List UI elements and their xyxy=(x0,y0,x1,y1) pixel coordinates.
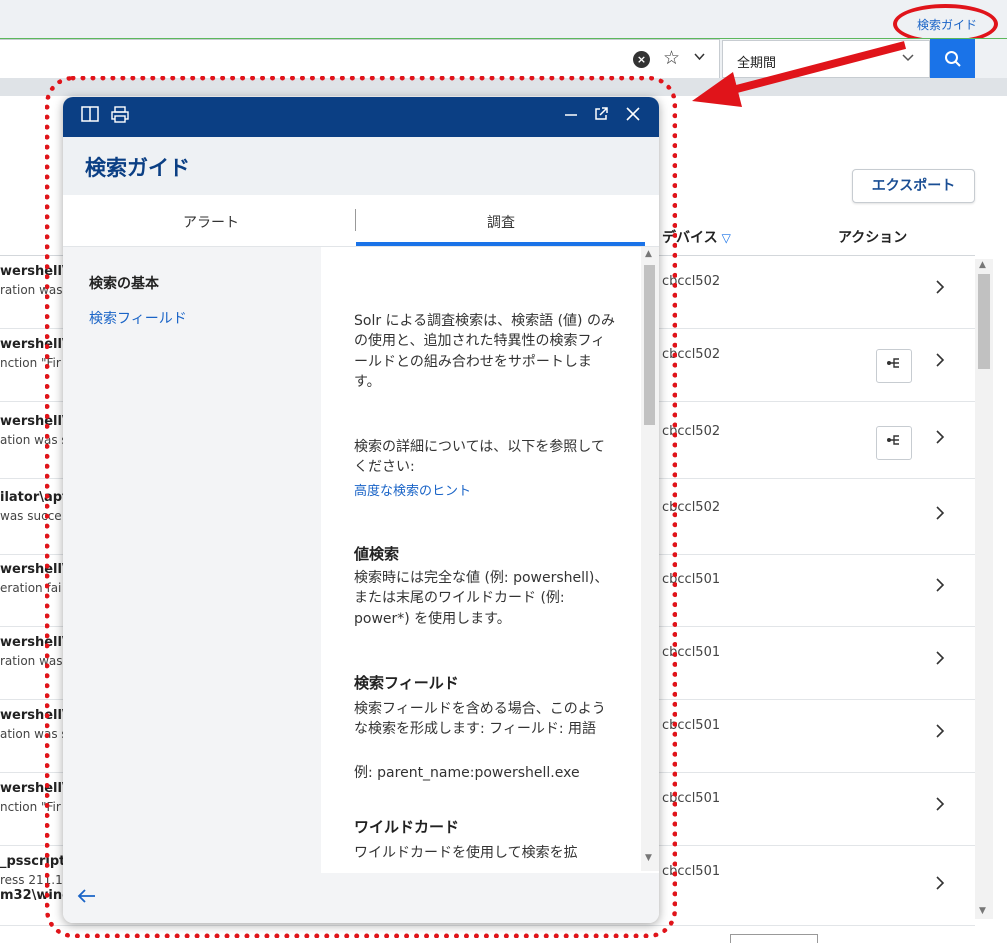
chevron-right-icon[interactable] xyxy=(934,576,946,599)
guide-content: Solr による調査検索は、検索語 (値) のみの使用と、追加された特異性の検索… xyxy=(321,247,641,871)
content-scrollbar-thumb[interactable] xyxy=(644,265,655,425)
close-icon[interactable] xyxy=(625,106,641,127)
scroll-down-icon[interactable]: ▼ xyxy=(979,906,986,916)
search-row: × ☆ 全期間 xyxy=(0,38,1007,79)
guide-tabs: アラート 調査 xyxy=(63,195,659,247)
sort-down-icon[interactable]: ▽ xyxy=(722,231,731,245)
value-search-text: 検索時には完全な値 (例: powershell)、または末尾のワイルドカード … xyxy=(354,570,609,627)
guide-sidebar: 検索の基本 検索フィールド xyxy=(63,247,321,873)
period-value: 全期間 xyxy=(737,56,777,71)
top-strip: 検索ガイド xyxy=(0,0,1007,38)
chevron-right-icon[interactable] xyxy=(934,278,946,301)
chevron-right-icon[interactable] xyxy=(934,874,946,897)
detail-text: 検索の詳細については、以下を参照してください: xyxy=(354,439,605,476)
results-scrollbar-thumb[interactable] xyxy=(978,274,990,369)
page-size-input[interactable] xyxy=(730,934,818,943)
tab-alert[interactable]: アラート xyxy=(183,212,239,232)
chevron-right-icon[interactable] xyxy=(934,649,946,672)
tab-separator xyxy=(355,209,356,231)
star-icon[interactable]: ☆ xyxy=(663,47,680,69)
search-guide-dialog: 検索ガイド アラート 調査 検索の基本 検索フィールド Solr による調査検索… xyxy=(63,97,659,923)
chevron-right-icon[interactable] xyxy=(934,795,946,818)
scroll-up-icon[interactable]: ▲ xyxy=(979,260,986,270)
scroll-down-icon[interactable]: ▼ xyxy=(645,853,652,863)
process-tree-icon xyxy=(887,358,899,368)
tab-investigate[interactable]: 調査 xyxy=(487,212,515,232)
process-tree-button[interactable] xyxy=(876,349,912,383)
intro-text: Solr による調査検索は、検索語 (値) のみの使用と、追加された特異性の検索… xyxy=(354,313,615,390)
search-row-tail xyxy=(975,39,1007,79)
chevron-right-icon[interactable] xyxy=(934,504,946,527)
dialog-footer xyxy=(63,873,659,923)
process-tree-icon xyxy=(887,435,899,445)
sidebar-heading[interactable]: 検索の基本 xyxy=(89,273,159,293)
advanced-search-tips-link[interactable]: 高度な検索のヒント xyxy=(354,483,616,502)
minimize-icon[interactable] xyxy=(563,106,579,127)
dialog-titlebar xyxy=(63,97,659,137)
search-icon xyxy=(944,51,961,67)
chevron-down-icon[interactable] xyxy=(693,50,706,67)
wildcard-text: ワイルドカードを使用して検索を拡 xyxy=(354,845,578,861)
book-icon[interactable] xyxy=(81,106,99,127)
column-header-action: アクション xyxy=(838,230,908,246)
search-fields-text: 検索フィールドを含める場合、このような検索を形成します: フィールド: 用語 xyxy=(354,701,606,738)
chevron-down-icon xyxy=(901,50,915,68)
period-select[interactable]: 全期間 xyxy=(722,40,930,78)
search-button[interactable] xyxy=(930,39,975,79)
export-button[interactable]: エクスポート xyxy=(852,169,975,203)
value-search-heading: 値検索 xyxy=(354,545,400,563)
clear-search-icon[interactable]: × xyxy=(633,51,650,68)
chevron-right-icon[interactable] xyxy=(934,351,946,374)
sidebar-link-search-fields[interactable]: 検索フィールド xyxy=(89,308,187,328)
popout-icon[interactable] xyxy=(593,106,609,127)
dialog-title-area: 検索ガイド xyxy=(63,137,659,195)
scroll-up-icon[interactable]: ▲ xyxy=(645,249,652,259)
process-tree-button[interactable] xyxy=(876,426,912,460)
search-fields-example: 例: parent_name:powershell.exe xyxy=(354,765,580,781)
search-input[interactable]: × ☆ xyxy=(0,39,720,79)
wildcard-heading: ワイルドカード xyxy=(354,818,460,836)
print-icon[interactable] xyxy=(111,106,129,128)
chevron-right-icon[interactable] xyxy=(934,722,946,745)
dialog-title: 検索ガイド xyxy=(85,156,190,180)
search-fields-heading: 検索フィールド xyxy=(354,674,459,692)
chevron-right-icon[interactable] xyxy=(934,428,946,451)
back-arrow-icon[interactable] xyxy=(77,885,97,909)
